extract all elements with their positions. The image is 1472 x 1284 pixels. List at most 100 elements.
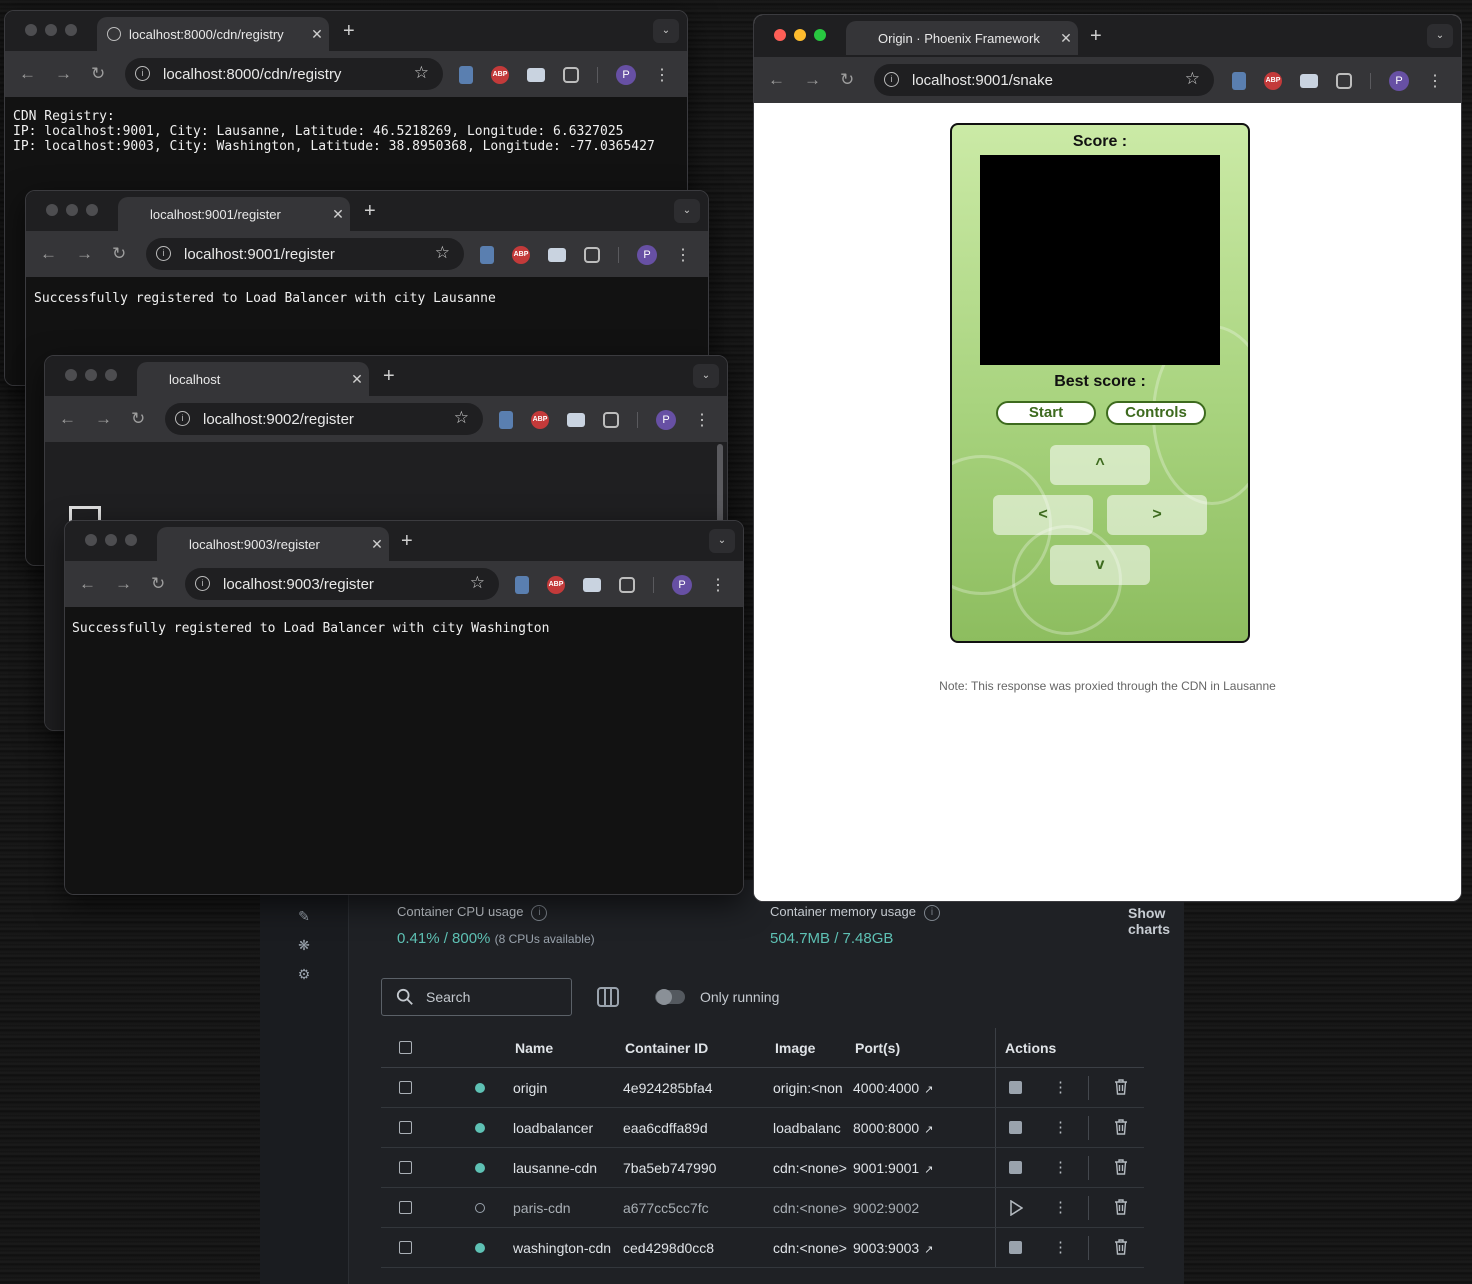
close-tab-icon[interactable]: ✕ xyxy=(326,206,350,223)
address-bar[interactable]: i localhost:9001/register ☆ xyxy=(146,238,464,270)
puzzle-icon[interactable] xyxy=(619,577,635,593)
container-image[interactable]: cdn:<none> xyxy=(773,1160,849,1176)
table-row[interactable]: loadbalancer eaa6cdffa89d loadbalanc 800… xyxy=(381,1108,1144,1148)
browser-menu-icon[interactable]: ⋮ xyxy=(710,575,726,595)
reload-icon[interactable]: ↻ xyxy=(151,574,165,594)
stop-icon[interactable] xyxy=(1009,1081,1022,1094)
zoom-window-button[interactable] xyxy=(65,24,77,36)
reload-icon[interactable]: ↻ xyxy=(91,64,105,84)
adblock-icon[interactable]: ABP xyxy=(531,411,549,429)
controls-button[interactable]: Controls xyxy=(1106,401,1206,425)
bookmark-star-icon[interactable]: ☆ xyxy=(454,408,469,428)
scrollbar[interactable] xyxy=(717,444,723,524)
site-info-icon[interactable]: i xyxy=(175,411,190,426)
columns-icon[interactable] xyxy=(597,987,619,1007)
info-icon[interactable]: i xyxy=(923,904,940,921)
trash-icon[interactable] xyxy=(1114,1199,1128,1215)
bookmark-star-icon[interactable]: ☆ xyxy=(470,573,485,593)
only-running-toggle[interactable] xyxy=(655,989,685,1005)
tab-search-button[interactable]: ⌄ xyxy=(693,364,719,388)
new-tab-button[interactable]: + xyxy=(401,530,413,553)
browser-menu-icon[interactable]: ⋮ xyxy=(675,245,691,265)
address-bar[interactable]: i localhost:9003/register ☆ xyxy=(185,568,499,600)
port-link[interactable]: 9001:9001 ↗ xyxy=(853,1160,933,1176)
back-icon[interactable]: ← xyxy=(40,244,57,264)
site-info-icon[interactable]: i xyxy=(195,576,210,591)
browser-tab[interactable]: Origin · Phoenix Framework ✕ xyxy=(846,21,1078,55)
minimize-window-button[interactable] xyxy=(85,369,97,381)
close-window-button[interactable] xyxy=(25,24,37,36)
up-button[interactable]: ^ xyxy=(1050,445,1150,485)
container-name-link[interactable]: washington-cdn xyxy=(513,1240,615,1256)
more-options-icon[interactable]: ⋮ xyxy=(1053,1238,1068,1256)
profile-avatar[interactable]: P xyxy=(656,410,676,430)
more-options-icon[interactable]: ⋮ xyxy=(1053,1078,1068,1096)
scout-icon[interactable]: ❋ xyxy=(294,935,314,955)
reload-icon[interactable]: ↻ xyxy=(112,244,126,264)
new-tab-button[interactable]: + xyxy=(364,200,376,223)
more-options-icon[interactable]: ⋮ xyxy=(1053,1158,1068,1176)
port-link[interactable]: 4000:4000 ↗ xyxy=(853,1080,933,1096)
bookmark-star-icon[interactable]: ☆ xyxy=(1185,69,1200,89)
puzzle-icon[interactable] xyxy=(1336,73,1352,89)
profile-avatar[interactable]: P xyxy=(672,575,692,595)
table-row[interactable]: lausanne-cdn 7ba5eb747990 cdn:<none> 900… xyxy=(381,1148,1144,1188)
table-row[interactable]: washington-cdn ced4298d0cc8 cdn:<none> 9… xyxy=(381,1228,1144,1268)
profile-avatar[interactable]: P xyxy=(616,65,636,85)
puzzle-icon[interactable] xyxy=(563,67,579,83)
container-image[interactable]: cdn:<none> xyxy=(773,1200,849,1216)
container-name-link[interactable]: lausanne-cdn xyxy=(513,1160,613,1176)
extension-icon[interactable] xyxy=(515,576,529,594)
container-image[interactable]: origin:<non xyxy=(773,1080,849,1096)
stop-icon[interactable] xyxy=(1009,1241,1022,1254)
new-tab-button[interactable]: + xyxy=(383,365,395,388)
forward-icon[interactable]: → xyxy=(95,409,112,429)
trash-icon[interactable] xyxy=(1114,1119,1128,1135)
back-icon[interactable]: ← xyxy=(768,70,785,90)
close-window-button[interactable] xyxy=(774,29,786,41)
close-window-button[interactable] xyxy=(46,204,58,216)
extension-icon[interactable] xyxy=(459,66,473,84)
trash-icon[interactable] xyxy=(1114,1079,1128,1095)
zoom-window-button[interactable] xyxy=(125,534,137,546)
back-icon[interactable]: ← xyxy=(79,574,96,594)
select-all-checkbox[interactable] xyxy=(399,1041,412,1054)
column-ports[interactable]: Port(s) xyxy=(855,1040,900,1056)
adblock-icon[interactable]: ABP xyxy=(512,246,530,264)
close-tab-icon[interactable]: ✕ xyxy=(305,26,329,43)
row-checkbox[interactable] xyxy=(399,1241,412,1254)
stop-icon[interactable] xyxy=(1009,1161,1022,1174)
adblock-icon[interactable]: ABP xyxy=(1264,72,1282,90)
profile-avatar[interactable]: P xyxy=(1389,71,1409,91)
browser-tab[interactable]: localhost ✕ xyxy=(137,362,369,396)
container-search-input[interactable]: Search xyxy=(381,978,572,1016)
container-image[interactable]: loadbalanc xyxy=(773,1120,849,1136)
close-window-button[interactable] xyxy=(85,534,97,546)
row-checkbox[interactable] xyxy=(399,1201,412,1214)
wrench-icon[interactable]: ✎ xyxy=(294,906,314,926)
port-link[interactable]: 8000:8000 ↗ xyxy=(853,1120,933,1136)
puzzle-icon[interactable] xyxy=(584,247,600,263)
reload-icon[interactable]: ↻ xyxy=(840,70,854,90)
forward-icon[interactable]: → xyxy=(76,244,93,264)
container-name-link[interactable]: loadbalancer xyxy=(513,1120,613,1136)
puzzle-icon[interactable] xyxy=(603,412,619,428)
extension-icon[interactable] xyxy=(567,413,585,427)
back-icon[interactable]: ← xyxy=(59,409,76,429)
row-checkbox[interactable] xyxy=(399,1081,412,1094)
row-checkbox[interactable] xyxy=(399,1121,412,1134)
more-options-icon[interactable]: ⋮ xyxy=(1053,1198,1068,1216)
trash-icon[interactable] xyxy=(1114,1159,1128,1175)
extension-icon[interactable] xyxy=(583,578,601,592)
extension-icon[interactable] xyxy=(527,68,545,82)
adblock-icon[interactable]: ABP xyxy=(491,66,509,84)
container-name-link[interactable]: paris-cdn xyxy=(513,1200,613,1216)
site-info-icon[interactable]: i xyxy=(156,246,171,261)
new-tab-button[interactable]: + xyxy=(343,20,355,43)
address-bar[interactable]: i localhost:8000/cdn/registry ☆ xyxy=(125,58,443,90)
extension-icon[interactable] xyxy=(499,411,513,429)
back-icon[interactable]: ← xyxy=(19,64,36,84)
stop-icon[interactable] xyxy=(1009,1121,1022,1134)
browser-tab[interactable]: localhost:9003/register ✕ xyxy=(157,527,389,561)
trash-icon[interactable] xyxy=(1114,1239,1128,1255)
